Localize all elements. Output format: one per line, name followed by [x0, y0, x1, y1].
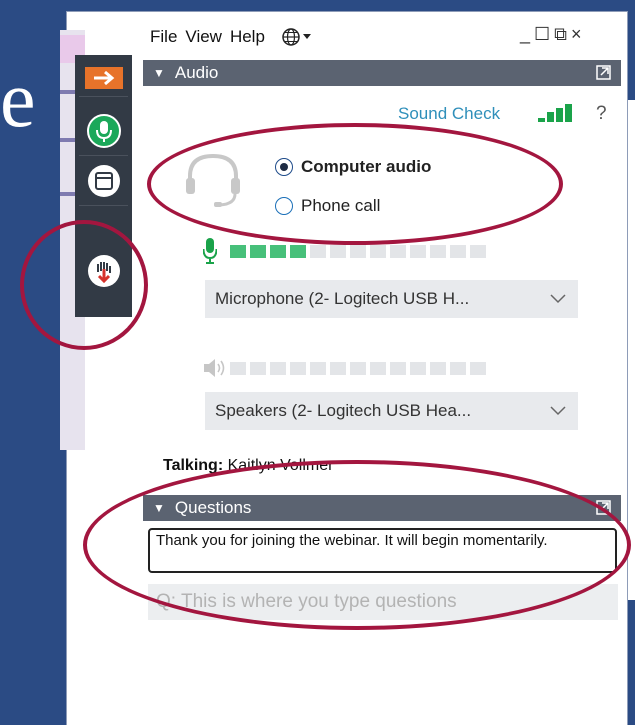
window-icon	[87, 165, 120, 197]
dropdown-arrow-icon	[302, 34, 311, 39]
meter-segment	[350, 362, 366, 375]
meter-segment	[470, 245, 486, 258]
microphone-select-value: Microphone (2- Logitech USB H...	[215, 289, 470, 308]
meter-segment	[370, 245, 386, 258]
meter-segment	[470, 362, 486, 375]
language-menu[interactable]	[281, 27, 311, 47]
arrow-right-icon	[84, 67, 123, 89]
collapse-button[interactable]	[79, 60, 128, 97]
minimize-button[interactable]: _	[520, 24, 530, 45]
audio-panel-header[interactable]: ▼ Audio	[143, 60, 621, 86]
microphone-select[interactable]: Microphone (2- Logitech USB H...	[205, 280, 578, 318]
meter-segment	[270, 245, 286, 258]
audio-header-label: Audio	[174, 63, 219, 82]
meter-segment	[450, 362, 466, 375]
meter-segment	[230, 362, 246, 375]
maximize-button[interactable]: ☐	[534, 24, 550, 45]
meter-segment	[310, 362, 326, 375]
speaker-icon	[204, 359, 225, 377]
sound-check-link[interactable]: Sound Check	[398, 104, 500, 124]
meter-segment	[410, 245, 426, 258]
restore-button[interactable]: ⧉	[554, 24, 567, 45]
menu-help[interactable]: Help	[230, 27, 265, 47]
speaker-level-meter	[230, 362, 486, 375]
annotation-circle-raise-hand	[20, 220, 148, 350]
meter-segment	[230, 245, 246, 258]
help-icon[interactable]: ?	[596, 103, 607, 125]
speakers-select[interactable]: Speakers (2- Logitech USB Hea...	[205, 392, 578, 430]
meter-segment	[310, 245, 326, 258]
annotation-circle-audio	[147, 123, 563, 245]
meter-segment	[270, 362, 286, 375]
microphone-toggle-button[interactable]	[79, 107, 128, 156]
microphone-icon	[86, 114, 121, 148]
meter-segment	[430, 362, 446, 375]
menu-file[interactable]: File	[150, 27, 177, 47]
close-button[interactable]: ×	[571, 24, 582, 45]
screen-view-button[interactable]	[79, 157, 128, 206]
meter-segment	[450, 245, 466, 258]
meter-segment	[390, 245, 406, 258]
window-controls: _ ☐ ⧉ ×	[520, 24, 582, 45]
speakers-select-value: Speakers (2- Logitech USB Hea...	[215, 401, 472, 420]
meter-segment	[350, 245, 366, 258]
meter-segment	[250, 362, 266, 375]
chevron-down-icon	[550, 406, 566, 416]
popout-icon[interactable]	[596, 65, 611, 80]
meter-segment	[410, 362, 426, 375]
signal-strength-icon	[538, 104, 572, 122]
meter-segment	[250, 245, 266, 258]
annotation-circle-questions	[83, 460, 631, 630]
meter-segment	[290, 362, 306, 375]
background-edge	[627, 100, 635, 600]
meter-segment	[290, 245, 306, 258]
chevron-down-icon	[550, 294, 566, 304]
meter-segment	[430, 245, 446, 258]
meter-segment	[330, 245, 346, 258]
slide-letter: e	[0, 56, 36, 144]
meter-segment	[370, 362, 386, 375]
menu-bar: File View Help	[150, 22, 311, 52]
meter-segment	[330, 362, 346, 375]
microphone-level-icon	[203, 238, 217, 264]
meter-segment	[390, 362, 406, 375]
globe-icon	[282, 28, 300, 46]
microphone-level-meter	[230, 245, 486, 258]
collapse-triangle-icon: ▼	[153, 66, 165, 80]
menu-view[interactable]: View	[185, 27, 222, 47]
